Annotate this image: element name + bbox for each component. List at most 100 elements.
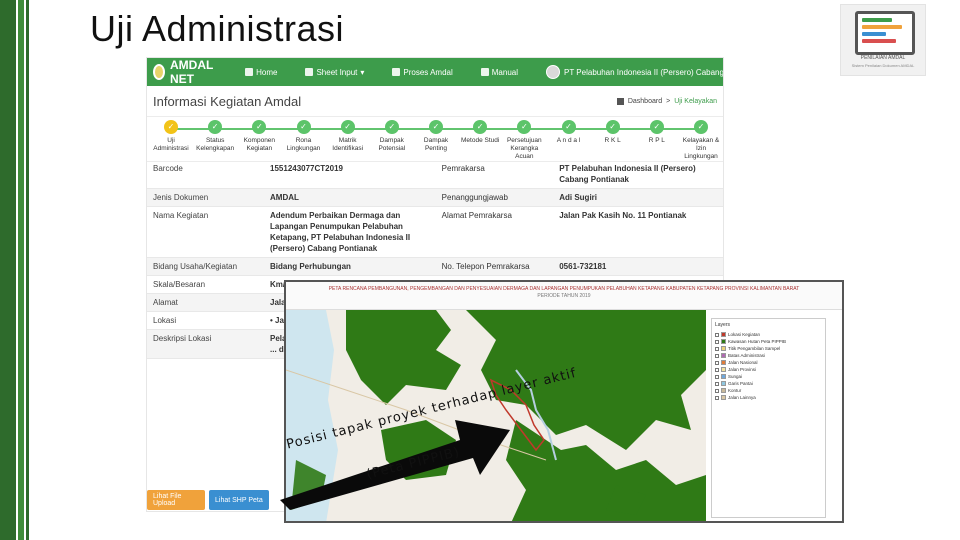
check-icon: ✓ [517,120,532,134]
step-label: Persetujuan Kerangka Acuan [506,137,542,160]
table-cell: Jalan Pak Kasih No. 11 Pontianak [553,206,723,258]
step-5[interactable]: ✓ Matrik Identifikasi [326,120,370,153]
user-menu[interactable]: PT Pelabuhan Indonesia II (Persero) Caba… [546,65,724,79]
chevron-down-icon: ▾ [360,67,365,77]
check-icon: ✓ [473,120,488,134]
step-10[interactable]: ✓ A n d a l [547,120,591,145]
legend-item[interactable]: Jalan Nasional [715,359,822,366]
step-13[interactable]: ✓ Kelayakan & Izin Lingkungan [679,120,723,161]
table-cell: Alamat Pemrakarsa [435,206,554,258]
nav-home[interactable]: Home [245,68,277,77]
step-11[interactable]: ✓ R K L [591,120,635,145]
table-cell: Pemrakarsa [435,160,554,189]
check-icon: ✓ [605,120,620,134]
table-cell: Lokasi [147,311,265,330]
legend-item[interactable]: Garis Pantai [715,380,822,387]
legend-item[interactable]: Sungai [715,373,822,380]
manual-icon [480,68,489,76]
step-3[interactable]: ✓ Komponen Kegiatan [237,120,281,153]
slide-accent-bar-light [18,0,24,540]
check-icon: ✓ [649,120,664,134]
check-icon: ✓ [384,120,399,134]
layer-checkbox[interactable] [715,360,719,365]
check-icon: ✓ [340,120,355,134]
legend-item[interactable]: Lokasi Kegiatan [715,331,822,338]
step-label: A n d a l [556,137,581,144]
step-6[interactable]: ✓ Dampak Potensial [370,120,414,153]
table-cell: Alamat [147,293,265,312]
table-cell: Bidang Perhubungan [264,257,436,276]
check-icon: ✓ [252,120,267,134]
legend-swatch [721,332,726,337]
legend-item[interactable]: Jalan Provinsi [715,366,822,373]
layer-checkbox[interactable] [715,346,719,351]
step-label: Komponen Kegiatan [243,137,276,152]
step-2[interactable]: ✓ Status Kelengkapan [193,120,237,153]
legend-title: Layers [715,322,731,328]
forest-region [346,310,461,405]
layer-checkbox[interactable] [715,388,719,393]
layer-checkbox[interactable] [715,339,719,344]
legend-item[interactable]: Titik Pengambilan Sampel [715,345,822,352]
table-cell: Barcode [147,160,265,189]
legend-swatch [721,388,726,393]
layer-checkbox[interactable] [715,367,719,372]
layer-checkbox[interactable] [715,395,719,400]
layer-checkbox[interactable] [715,332,719,337]
step-8[interactable]: ✓ Metode Studi [458,120,502,145]
legend-label: Sungai [728,374,743,379]
page-header: Informasi Kegiatan Amdal Dashboard > Uji… [147,86,723,117]
breadcrumb-dashboard[interactable]: Dashboard [628,98,662,105]
table-cell: Penanggungjawab [435,188,554,207]
step-label: Dampak Penting [423,137,449,152]
legend-item[interactable]: Batas Administrasi [715,352,822,359]
view-shp-map-button[interactable]: Lihat SHP Peta [209,490,269,510]
view-upload-button[interactable]: Lihat File Upload [147,490,205,510]
table-row: Bidang Usaha/Kegiatan Bidang Perhubungan N… [147,257,723,276]
table-cell: Adendum Perbaikan Dermaga dan Lapangan P… [264,206,436,258]
breadcrumb-current[interactable]: Uji Kelayakan [674,98,717,105]
nav-proses-amdal[interactable]: Proses Amdal [392,68,453,77]
layer-checkbox[interactable] [715,374,719,379]
layer-checkbox[interactable] [715,381,719,386]
brand[interactable]: AMDAL NET [153,58,217,86]
check-icon: ✓ [429,120,443,134]
step-4[interactable]: ✓ Rona Lingkungan [282,120,326,153]
legend-swatch [721,395,726,400]
legend-item[interactable]: Jalan Lainnya [715,394,822,401]
process-icon [392,68,401,76]
step-9[interactable]: ✓ Persetujuan Kerangka Acuan [502,120,546,161]
legend-item[interactable]: Kawasan Hutan Peta PIPPIB [715,338,822,345]
nav-sheet-input[interactable]: Sheet Input ▾ [305,68,364,77]
table-cell: Deskripsi Lokasi [147,329,265,359]
nav-manual[interactable]: Manual [480,68,518,77]
step-label: Rona Lingkungan [286,137,321,152]
legend-swatch [721,374,726,379]
user-name: PT Pelabuhan Indonesia II (Persero) Caba… [564,67,724,77]
legend-label: Kontur [728,388,742,393]
layer-checkbox[interactable] [715,353,719,358]
slide-title: Uji Administrasi [90,8,345,49]
legend-label: Titik Pengambilan Sampel [728,346,781,351]
legend-label: Lokasi Kegiatan [728,332,761,337]
logo-subcaption: Sistem Penilaian Dokumen AMDAL [851,63,915,68]
table-cell: 0561-732181 [553,257,723,276]
check-icon: ✓ [208,120,223,134]
logo-caption: PENILAIAN AMDAL [860,55,906,61]
step-label: R K L [604,137,621,144]
map-subtitle: PERIODE TAHUN 2019 [537,293,591,299]
legend-swatch [721,346,726,351]
step-1[interactable]: ✓ Uji Administrasi [149,120,193,153]
legend-swatch [721,353,726,358]
step-label: Status Kelengkapan [196,137,235,152]
check-icon: ✓ [561,120,576,134]
legend-item[interactable]: Kontur [715,387,822,394]
table-cell: Nama Kegiatan [147,206,265,258]
step-12[interactable]: ✓ R P L [635,120,679,145]
step-7[interactable]: ✓ Dampak Penting [414,120,458,153]
legend-swatch [721,381,726,386]
legend-label: Kawasan Hutan Peta PIPPIB [728,339,787,344]
step-label: Kelayakan & Izin Lingkungan [682,137,720,160]
legend-label: Garis Pantai [728,381,753,386]
step-label: R P L [648,137,665,144]
